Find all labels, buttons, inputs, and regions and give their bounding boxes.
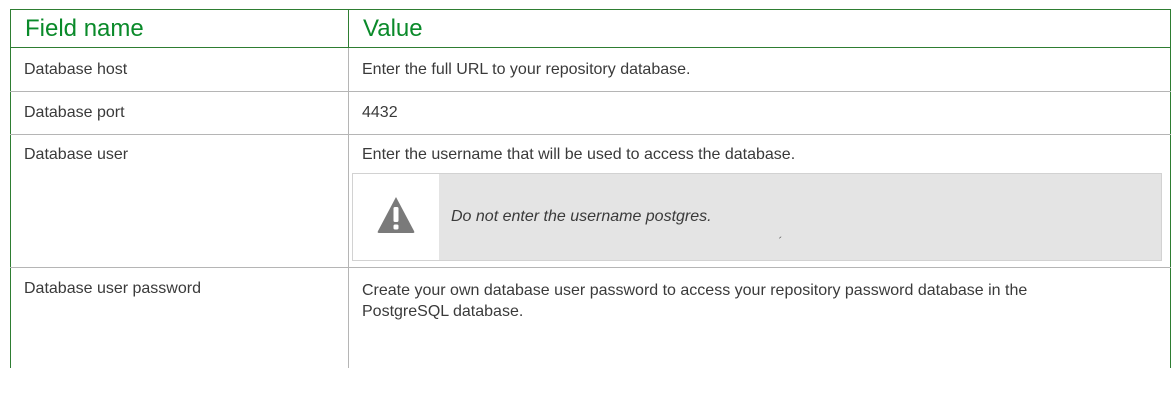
table-header-row: Field name Value — [10, 9, 1171, 48]
value-text-database-user-password: Create your own database user password t… — [362, 282, 1028, 320]
value-cell-database-user-password: Create your own database user password t… — [348, 267, 1171, 368]
value-cell-database-port: 4432 — [348, 91, 1171, 135]
table-row: Database user Enter the username that wi… — [10, 134, 1171, 268]
value-text-database-user: Enter the username that will be used to … — [362, 146, 796, 163]
field-table: Field name Value Database host Enter the… — [10, 9, 1171, 368]
field-cell-database-host: Database host — [10, 47, 349, 92]
value-cell-database-host: Enter the full URL to your repository da… — [348, 47, 1171, 92]
field-cell-database-port: Database port — [10, 91, 349, 135]
header-value: Value — [348, 9, 1171, 48]
field-cell-database-user-password: Database user password — [10, 267, 349, 368]
warning-icon — [375, 194, 417, 241]
header-field-name: Field name — [10, 9, 349, 48]
table-row: Database user password Create your own d… — [10, 267, 1171, 368]
warning-notice: Do not enter the username postgres. ´ — [352, 173, 1162, 261]
stray-mark: ´ — [778, 236, 782, 248]
notice-icon-box — [353, 174, 439, 260]
page: Field name Value Database host Enter the… — [0, 0, 1173, 401]
table-row: Database port 4432 — [10, 91, 1171, 135]
warning-notice-text: Do not enter the username postgres. — [451, 208, 712, 225]
table-row: Database host Enter the full URL to your… — [10, 47, 1171, 92]
value-cell-database-user: Enter the username that will be used to … — [348, 134, 1171, 268]
field-cell-database-user: Database user — [10, 134, 349, 268]
